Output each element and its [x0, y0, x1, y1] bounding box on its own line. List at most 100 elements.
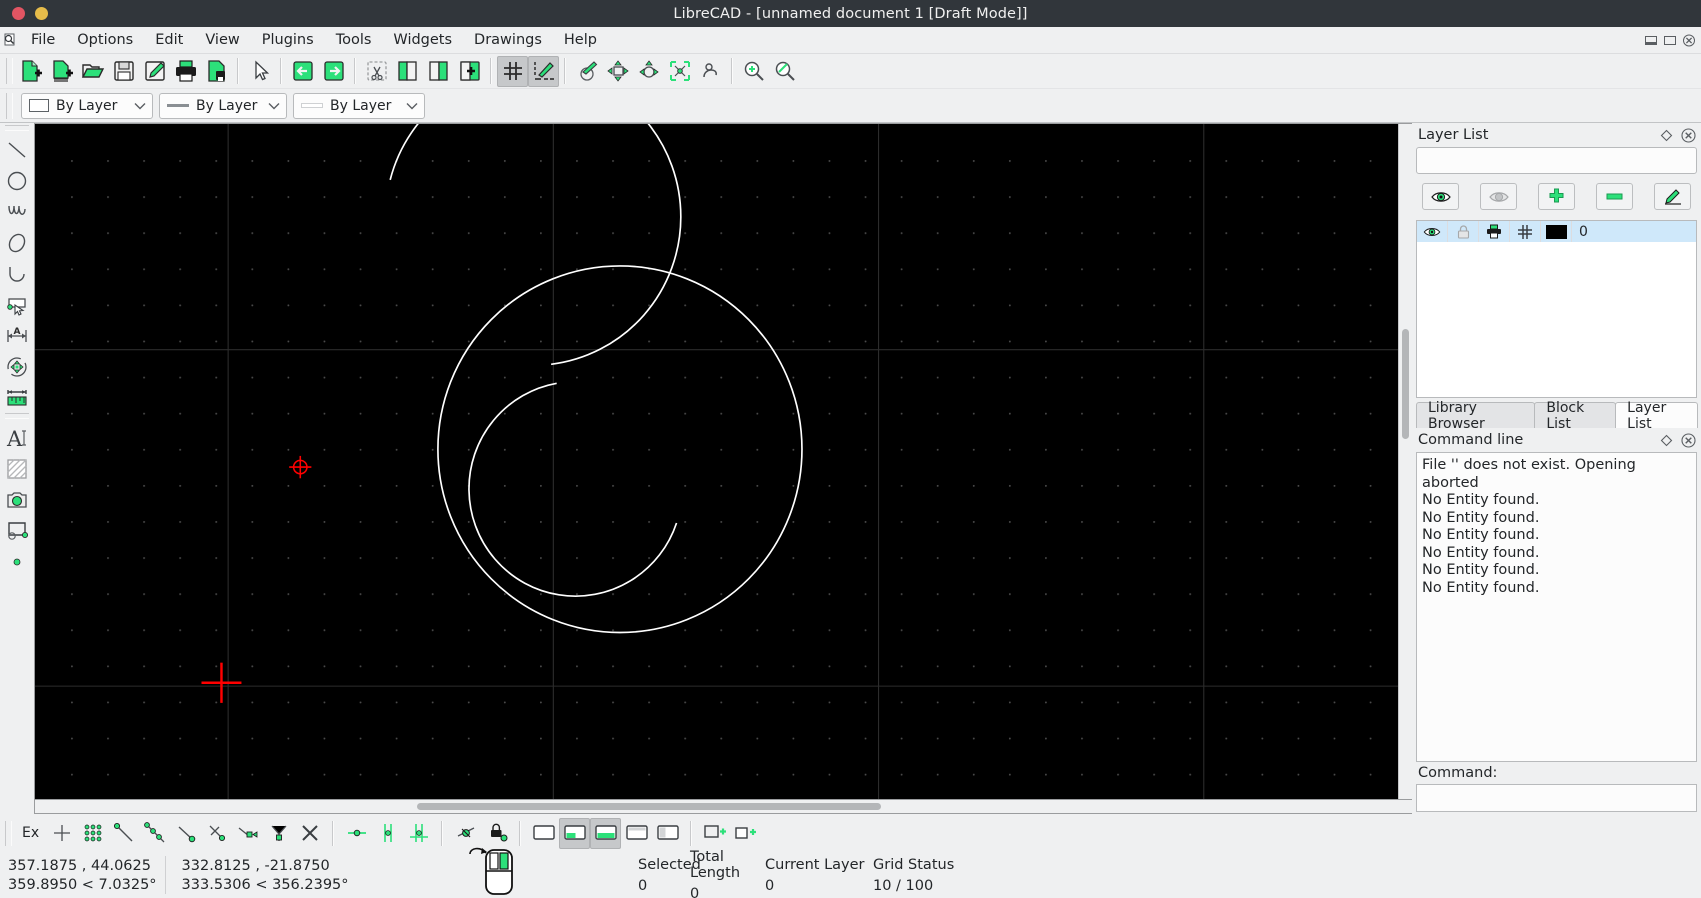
menu-help[interactable]: Help [553, 27, 608, 54]
hide-all-layers-button[interactable] [1480, 183, 1517, 210]
menu-plugins[interactable]: Plugins [251, 27, 325, 54]
tool-modify-icon[interactable] [1, 351, 33, 382]
menu-widgets[interactable]: Widgets [382, 27, 463, 54]
command-history[interactable]: File '' does not exist. Opening aborted … [1416, 452, 1697, 762]
lefttools-grip-2[interactable] [5, 413, 29, 419]
print-preview-icon[interactable] [201, 56, 232, 87]
tool-measure-icon[interactable] [1, 382, 33, 413]
undo-icon[interactable] [287, 56, 318, 87]
zoom-previous-icon[interactable] [633, 56, 664, 87]
pen-linetype-combo[interactable]: By Layer [159, 92, 287, 119]
snap-free-icon[interactable] [46, 818, 77, 849]
close-dock-icon[interactable] [1680, 127, 1696, 143]
fullscreen-icon[interactable] [699, 818, 730, 849]
layer-filter-input[interactable] [1416, 147, 1697, 174]
tool-line-icon[interactable] [1, 134, 33, 165]
redraw-icon[interactable] [571, 56, 602, 87]
zoom-auto-icon[interactable] [664, 56, 695, 87]
tool-hatch-icon[interactable] [1, 453, 33, 484]
tool-image-icon[interactable] [1, 484, 33, 515]
menu-tools[interactable]: Tools [325, 27, 383, 54]
zoom-in-icon[interactable] [738, 56, 769, 87]
cut-icon[interactable] [361, 56, 392, 87]
edit-layer-button[interactable] [1654, 183, 1691, 210]
menu-edit[interactable]: Edit [144, 27, 194, 54]
mdi-minimize-icon[interactable] [1644, 33, 1659, 48]
print-icon[interactable] [170, 56, 201, 87]
tool-block-icon[interactable] [1, 515, 33, 546]
mdi-close-icon[interactable] [1682, 33, 1697, 48]
tool-dimension-icon[interactable]: A [1, 320, 33, 351]
snap-distance-icon[interactable] [232, 818, 263, 849]
horizontal-scroll-thumb[interactable] [417, 803, 881, 810]
canvas-vertical-scrollbar[interactable] [1398, 124, 1412, 799]
tool-select-icon[interactable] [1, 289, 33, 320]
tool-text-icon[interactable]: A [1, 422, 33, 453]
restrict-horizontal-icon[interactable] [341, 818, 372, 849]
layer-lock-icon[interactable] [1448, 221, 1479, 242]
open-file-icon[interactable] [77, 56, 108, 87]
tab-block-list[interactable]: Block List [1534, 400, 1617, 432]
paste-icon[interactable] [423, 56, 454, 87]
tab-layer-list[interactable]: Layer List [1615, 400, 1699, 432]
snap-clear-icon[interactable] [294, 818, 325, 849]
pen-color-combo[interactable]: By Layer [21, 92, 153, 119]
zoom-pan-icon[interactable] [695, 56, 726, 87]
canvas-horizontal-scrollbar[interactable] [35, 800, 1398, 813]
pen-width-combo[interactable]: By Layer [293, 92, 425, 119]
select-pointer-icon[interactable] [244, 56, 275, 87]
remove-layer-button[interactable] [1596, 183, 1633, 210]
tool-ellipse-icon[interactable] [1, 227, 33, 258]
zoom-window-icon[interactable] [602, 56, 633, 87]
mdi-restore-icon[interactable] [1663, 33, 1678, 48]
new-file-icon[interactable] [15, 56, 46, 87]
table-row[interactable]: 0 [1417, 221, 1696, 242]
layer-visible-icon[interactable] [1417, 221, 1448, 242]
snap-on-entity-icon[interactable] [139, 818, 170, 849]
layer-construction-icon[interactable] [1510, 221, 1541, 242]
status-widget-1-icon[interactable] [528, 818, 559, 849]
snap-endpoint-icon[interactable] [108, 818, 139, 849]
copy-icon[interactable] [392, 56, 423, 87]
draft-mode-icon[interactable] [528, 55, 559, 87]
snap-grid-icon[interactable] [77, 818, 108, 849]
layer-name[interactable]: 0 [1572, 224, 1696, 240]
status-widget-4-icon[interactable] [621, 818, 652, 849]
app-menu-icon[interactable] [0, 33, 20, 47]
restrict-orthogonal-icon[interactable] [403, 818, 434, 849]
window-restore-icon[interactable] [730, 818, 761, 849]
save-file-icon[interactable] [108, 56, 139, 87]
status-widget-2-icon[interactable] [559, 817, 591, 849]
float-dock-icon[interactable] [1658, 432, 1674, 448]
menu-view[interactable]: View [194, 27, 250, 54]
lefttools-grip[interactable] [5, 125, 29, 131]
paste-block-icon[interactable] [454, 56, 485, 87]
new-from-template-icon[interactable] [46, 56, 77, 87]
float-dock-icon[interactable] [1658, 127, 1674, 143]
restrict-vertical-icon[interactable] [372, 818, 403, 849]
save-as-icon[interactable] [139, 56, 170, 87]
redo-icon[interactable] [318, 56, 349, 87]
tab-library-browser[interactable]: Library Browser [1416, 400, 1536, 432]
toolbar-grip[interactable] [6, 58, 13, 84]
attrbar-grip[interactable] [6, 92, 13, 119]
close-dock-icon[interactable] [1680, 432, 1696, 448]
snap-toolbar-grip[interactable] [5, 820, 12, 846]
tool-point-icon[interactable] [1, 546, 33, 577]
layer-print-icon[interactable] [1479, 221, 1510, 242]
layer-color-swatch[interactable] [1541, 221, 1572, 242]
add-layer-button[interactable] [1538, 183, 1575, 210]
snap-middle-icon[interactable] [201, 818, 232, 849]
status-widget-3-icon[interactable] [590, 817, 622, 849]
tool-arc-icon[interactable] [1, 258, 33, 289]
grid-toggle-icon[interactable] [497, 55, 528, 87]
tool-spline-icon[interactable] [1, 196, 33, 227]
status-widget-5-icon[interactable] [652, 818, 683, 849]
snap-extend-label[interactable]: Ex [15, 825, 46, 841]
menu-drawings[interactable]: Drawings [463, 27, 553, 54]
tool-circle-icon[interactable] [1, 165, 33, 196]
snap-intersection-icon[interactable] [263, 818, 294, 849]
command-input[interactable] [1416, 784, 1697, 812]
drawing-canvas[interactable] [35, 124, 1398, 799]
menu-file[interactable]: File [20, 27, 66, 54]
